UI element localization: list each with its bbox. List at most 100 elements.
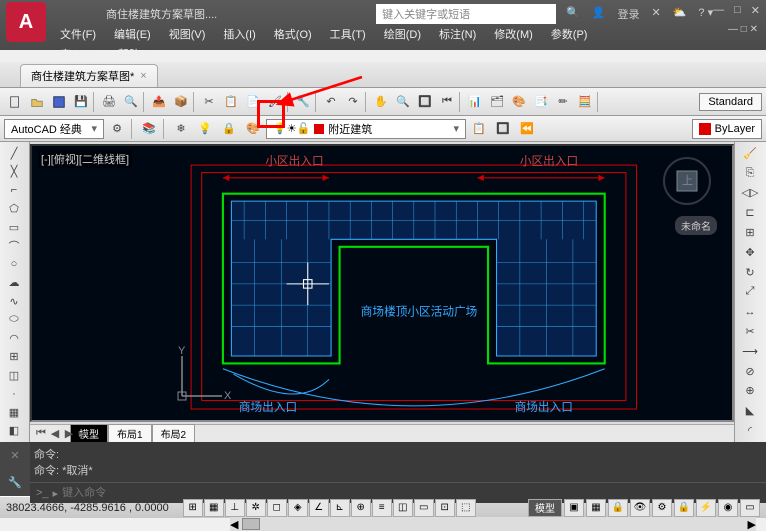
osnap-toggle[interactable]: ◻: [267, 499, 287, 517]
block-tool[interactable]: ◫: [2, 366, 26, 385]
coordinates[interactable]: 38023.4666, -4285.9616 , 0.0000: [6, 502, 169, 514]
revcloud-tool[interactable]: ☁: [2, 274, 26, 293]
viewcube[interactable]: 上: [662, 156, 712, 206]
menu-edit[interactable]: 编辑(E): [106, 24, 159, 44]
array-tool[interactable]: ⊞: [737, 223, 763, 242]
layer-combo[interactable]: 💡☀🔓 附近建筑 ▾: [266, 119, 466, 139]
chamfer-tool[interactable]: ◣: [737, 401, 763, 420]
cmd-config-icon[interactable]: 🔧: [8, 476, 22, 489]
arc-tool[interactable]: ⌒: [2, 237, 26, 256]
ellipsearc-tool[interactable]: ◠: [2, 329, 26, 348]
workspace-combo[interactable]: AutoCAD 经典 ▾: [4, 119, 104, 139]
markup-button[interactable]: ✏: [552, 91, 574, 113]
menu-param[interactable]: 参数(P): [543, 24, 596, 44]
exchange-icon[interactable]: ✕: [652, 6, 661, 22]
menu-insert[interactable]: 插入(I): [215, 24, 263, 44]
user-icon[interactable]: 👤: [592, 6, 606, 22]
annotation-vis[interactable]: 👁: [630, 499, 650, 517]
layer-lock-button[interactable]: 🔒: [218, 118, 240, 140]
grid-toggle[interactable]: ▦: [204, 499, 224, 517]
tab-prev-button[interactable]: ◀: [48, 427, 62, 440]
layer-off-button[interactable]: 💡: [194, 118, 216, 140]
otrack-toggle[interactable]: ∠: [309, 499, 329, 517]
open-button[interactable]: [26, 91, 48, 113]
menu-tools[interactable]: 工具(T): [322, 24, 374, 44]
offset-tool[interactable]: ⊏: [737, 203, 763, 222]
horizontal-scrollbar[interactable]: ◀▶: [230, 517, 756, 531]
dyn-toggle[interactable]: ⊕: [351, 499, 371, 517]
hatch-tool[interactable]: ▦: [2, 403, 26, 422]
quickcalc-button[interactable]: 🧮: [574, 91, 596, 113]
lwt-toggle[interactable]: ≡: [372, 499, 392, 517]
tab-first-button[interactable]: ⏮: [34, 427, 48, 440]
tab-next-button[interactable]: ▶: [62, 427, 76, 440]
app-logo[interactable]: A: [6, 2, 46, 42]
menu-format[interactable]: 格式(O): [266, 24, 320, 44]
sc-toggle[interactable]: ⊡: [435, 499, 455, 517]
layer-color-button[interactable]: 🎨: [242, 118, 264, 140]
copy-tool[interactable]: ⎘: [737, 164, 763, 183]
color-combo[interactable]: ByLayer: [692, 119, 762, 139]
properties-button[interactable]: 📊: [464, 91, 486, 113]
rotate-tool[interactable]: ↻: [737, 263, 763, 282]
am-toggle[interactable]: ⬚: [456, 499, 476, 517]
help-search-input[interactable]: 键入关键字或短语: [376, 4, 556, 24]
break-tool[interactable]: ⊘: [737, 362, 763, 381]
layer-state-button[interactable]: 📋: [468, 118, 490, 140]
workspace-settings-button[interactable]: ⚙: [106, 118, 128, 140]
publish-button[interactable]: 📤: [148, 91, 170, 113]
designcenter-button[interactable]: 🗂: [486, 91, 508, 113]
spline-tool[interactable]: ∿: [2, 292, 26, 311]
preview-button[interactable]: 🔍: [120, 91, 142, 113]
cmd-close-icon[interactable]: ✕: [10, 449, 19, 462]
tab-last-button[interactable]: ⏭: [76, 427, 90, 440]
fillet-tool[interactable]: ◜: [737, 421, 763, 440]
toolpalette-button[interactable]: 🎨: [508, 91, 530, 113]
join-tool[interactable]: ⊕: [737, 382, 763, 401]
menu-dimension[interactable]: 标注(N): [431, 24, 484, 44]
cut-button[interactable]: ✂: [198, 91, 220, 113]
3ddwf-button[interactable]: 📦: [170, 91, 192, 113]
model-space-button[interactable]: 模型: [528, 499, 562, 517]
ducs-toggle[interactable]: ⊾: [330, 499, 350, 517]
matchprop-button[interactable]: 🖌: [264, 91, 286, 113]
undo-button[interactable]: ↶: [320, 91, 342, 113]
menu-file[interactable]: 文件(F): [52, 24, 104, 44]
3dosnap-toggle[interactable]: ◈: [288, 499, 308, 517]
zoomwin-button[interactable]: 🔲: [414, 91, 436, 113]
polygon-tool[interactable]: ⬠: [2, 200, 26, 219]
search-icon[interactable]: 🔍: [566, 6, 580, 22]
snap-toggle[interactable]: ⊞: [183, 499, 203, 517]
gradient-tool[interactable]: ◧: [2, 422, 26, 441]
layer-iso-button[interactable]: 🔲: [492, 118, 514, 140]
style-combo[interactable]: Standard: [699, 93, 762, 111]
polar-toggle[interactable]: ✲: [246, 499, 266, 517]
ellipse-tool[interactable]: ⬭: [2, 311, 26, 330]
cloud-icon[interactable]: ⛅: [673, 6, 687, 22]
qp-toggle[interactable]: ▭: [414, 499, 434, 517]
quickview-drawings[interactable]: ▦: [586, 499, 606, 517]
zoom-button[interactable]: 🔍: [392, 91, 414, 113]
print-button[interactable]: 🖨: [98, 91, 120, 113]
redo-button[interactable]: ↷: [342, 91, 364, 113]
maximize-button[interactable]: □: [734, 4, 741, 17]
move-tool[interactable]: ✥: [737, 243, 763, 262]
zoomprev-button[interactable]: ⏮: [436, 91, 458, 113]
workspace-switch[interactable]: ⚙: [652, 499, 672, 517]
trim-tool[interactable]: ✂: [737, 322, 763, 341]
insert-tool[interactable]: ⊞: [2, 348, 26, 367]
save-button[interactable]: [48, 91, 70, 113]
unnamed-badge[interactable]: 未命名: [675, 216, 717, 235]
help-dropdown-icon[interactable]: ? ▾: [698, 6, 713, 22]
layer-freeze-button[interactable]: ❄: [170, 118, 192, 140]
menu-help[interactable]: 帮助(H): [110, 44, 163, 64]
menu-view[interactable]: 视图(V): [161, 24, 214, 44]
tab-close-icon[interactable]: ×: [140, 70, 146, 82]
menu-window[interactable]: 窗口(W): [52, 44, 108, 64]
ortho-toggle[interactable]: ⊥: [225, 499, 245, 517]
stretch-tool[interactable]: ↔: [737, 302, 763, 321]
rectangle-tool[interactable]: ▭: [2, 218, 26, 237]
minimize-button[interactable]: —: [713, 4, 724, 17]
circle-tool[interactable]: ○: [2, 255, 26, 274]
quickview-layouts[interactable]: ▣: [564, 499, 584, 517]
